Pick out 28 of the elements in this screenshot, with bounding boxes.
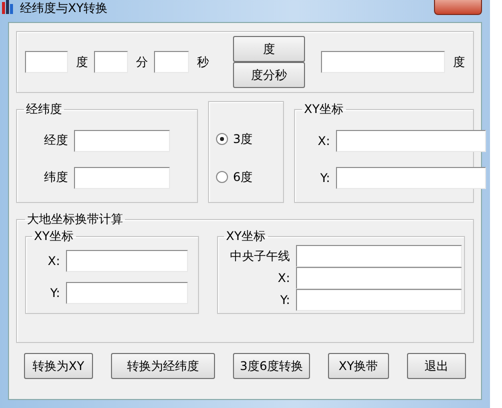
unit-label: 度 — [453, 54, 465, 70]
unit-label: 度 — [76, 54, 88, 70]
unit-label: 分 — [136, 54, 148, 70]
field-label: Y: — [279, 293, 291, 307]
field-label: X: — [316, 134, 331, 148]
field-label: X: — [276, 271, 291, 285]
group-title: XY坐标 — [303, 101, 345, 118]
action-button[interactable]: 转换为XY — [24, 353, 93, 379]
field-label: 纬度 — [43, 169, 69, 186]
action-button[interactable]: XY换带 — [328, 353, 389, 379]
field-label: X: — [46, 254, 61, 268]
convert-button[interactable]: 度 — [233, 36, 305, 62]
field-label: Y: — [319, 170, 331, 184]
radio-option[interactable]: 6度 — [216, 168, 276, 186]
action-button[interactable]: 转换为经纬度 — [110, 353, 216, 379]
action-button[interactable]: 3度6度转换 — [233, 353, 310, 379]
group-title: 大地坐标换带计算 — [26, 211, 124, 228]
field-label: Y: — [49, 286, 61, 300]
window-title: 经纬度与XY转换 — [20, 0, 108, 16]
radio-option[interactable]: 3度 — [216, 130, 276, 148]
unit-label: 秒 — [197, 54, 209, 70]
group-title: XY坐标 — [33, 228, 75, 245]
group-title: XY坐标 — [225, 228, 267, 245]
group-title: 经纬度 — [25, 101, 63, 118]
convert-button[interactable]: 度分秒 — [233, 62, 305, 88]
action-button[interactable]: 退出 — [406, 353, 466, 379]
field-label: 经度 — [43, 132, 69, 149]
field-label: 中央子午线 — [229, 248, 291, 264]
